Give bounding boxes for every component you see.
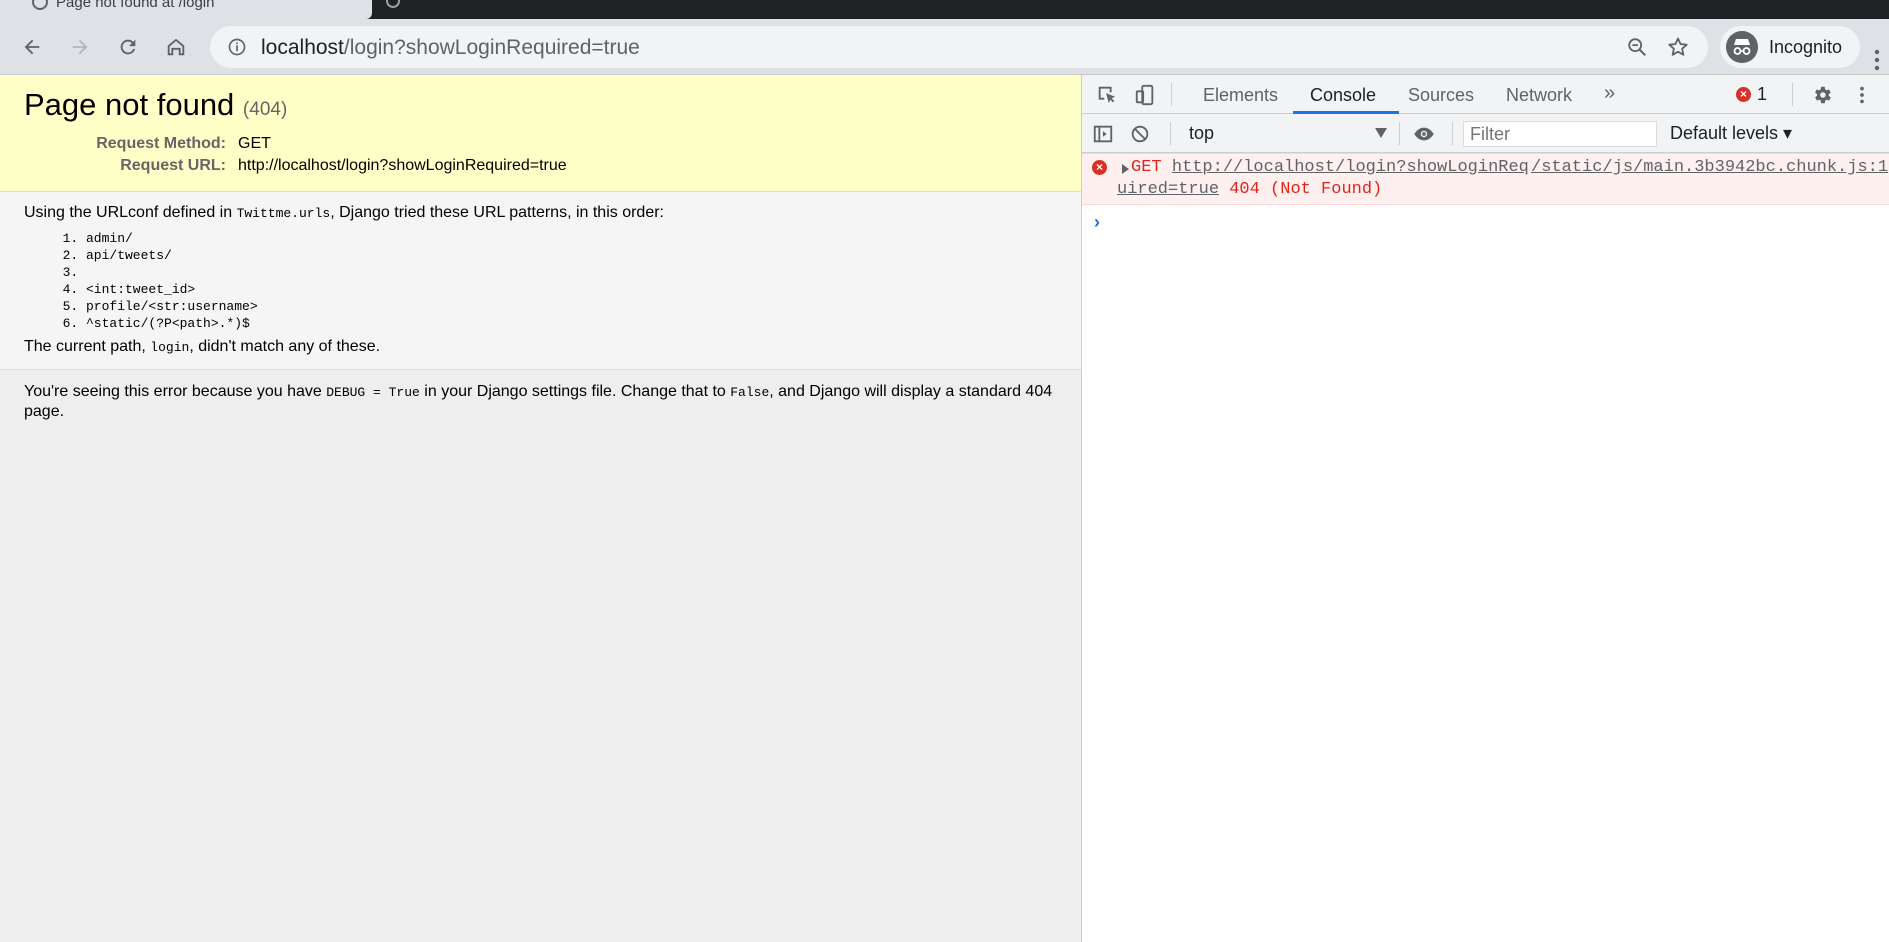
- current-suffix: , didn't match any of these.: [189, 338, 381, 355]
- expand-triangle-icon[interactable]: [1122, 164, 1129, 174]
- chevron-down-icon: [1375, 128, 1387, 138]
- urlconf-prefix: Using the URLconf defined in: [24, 204, 237, 221]
- tab-network[interactable]: Network: [1506, 85, 1572, 106]
- tabbar-separator: [1792, 83, 1793, 106]
- false-value: False: [730, 385, 770, 400]
- url-path: /login?showLoginRequired=true: [343, 36, 640, 59]
- devtools-panel: Elements Console Sources Network » × 1 t…: [1081, 75, 1889, 942]
- zoom-out-icon[interactable]: [1626, 36, 1648, 58]
- console-prompt[interactable]: ›: [1094, 212, 1100, 233]
- sidebar-toggle-icon[interactable]: [1092, 123, 1114, 145]
- request-method-label: Request Method:: [96, 135, 226, 152]
- forward-icon: [72, 39, 88, 55]
- incognito-icon: [1726, 31, 1758, 63]
- globe-icon: [32, 0, 48, 10]
- request-method-row: Request Method: GET: [24, 133, 1057, 155]
- page-title: Page not found (404): [24, 87, 1057, 123]
- debug-explanation: You're seeing this error because you hav…: [0, 370, 1081, 433]
- status-code: (404): [242, 99, 288, 120]
- url-host: localhost: [261, 36, 344, 59]
- star-icon[interactable]: [1666, 35, 1690, 59]
- url-pattern: api/tweets/: [86, 247, 1057, 264]
- error-icon: ×: [1736, 87, 1751, 102]
- error-url-link-cont[interactable]: uired=true: [1117, 180, 1219, 199]
- urlconf-suffix: , Django tried these URL patterns, in th…: [330, 204, 664, 221]
- browser-toolbar: localhost/login?showLoginRequired=true I…: [0, 19, 1889, 75]
- toolbar-separator: [1399, 122, 1400, 145]
- tab-strip: Page not found at /login: [0, 0, 1889, 19]
- explain-prefix: You're seeing this error because you hav…: [24, 383, 327, 400]
- url-pattern-list: admin/ api/tweets/ <int:tweet_id> profil…: [86, 230, 1057, 332]
- next-tab-favicon-icon[interactable]: [386, 0, 400, 8]
- url-pattern: admin/: [86, 230, 1057, 247]
- address-text[interactable]: localhost/login?showLoginRequired=true: [261, 36, 640, 60]
- back-button[interactable]: [15, 30, 49, 64]
- gear-icon[interactable]: [1811, 84, 1833, 106]
- error-url-link[interactable]: http://localhost/login?showLoginReq: [1172, 158, 1529, 177]
- more-tabs-button[interactable]: »: [1604, 82, 1615, 105]
- toolbar-separator: [1170, 122, 1171, 145]
- browser-tab-active[interactable]: Page not found at /login: [0, 0, 372, 19]
- reload-button[interactable]: [111, 30, 145, 64]
- error-method: GET: [1131, 158, 1162, 177]
- error-icon: ×: [1092, 160, 1107, 175]
- device-toolbar-icon[interactable]: [1134, 84, 1156, 106]
- error-source-link[interactable]: /static/js/main.3b3942bc.chunk.js:1: [1531, 158, 1888, 177]
- profile-button[interactable]: Incognito: [1720, 26, 1860, 68]
- console-error-message: × GET http://localhost/login?showLoginRe…: [1082, 153, 1889, 205]
- reload-icon: [120, 39, 136, 55]
- url-pattern: ^static/(?P<path>.*)$: [86, 315, 1057, 332]
- urlconf-module: Twittme.urls: [236, 206, 331, 221]
- current-path: login: [150, 340, 190, 355]
- page-content: Page not found (404) Request Method: GET…: [0, 75, 1081, 942]
- url-pattern: profile/<str:username>: [86, 298, 1057, 315]
- request-url-label: Request URL:: [120, 157, 226, 174]
- inspect-element-icon[interactable]: [1096, 84, 1118, 106]
- tabbar-separator: [1171, 83, 1172, 106]
- back-icon: [24, 39, 40, 55]
- request-method-value: GET: [238, 135, 271, 152]
- context-value: top: [1189, 123, 1215, 143]
- context-selector[interactable]: top: [1189, 123, 1387, 145]
- devtools-tabbar: Elements Console Sources Network » × 1: [1082, 75, 1889, 114]
- request-url-value: http://localhost/login?showLoginRequired…: [238, 157, 567, 174]
- toolbar-separator: [1452, 122, 1453, 145]
- page-title-text: Page not found: [24, 87, 235, 122]
- url-pattern: [86, 264, 1057, 281]
- forward-button[interactable]: [63, 30, 97, 64]
- console-filter-input[interactable]: [1463, 121, 1657, 147]
- url-pattern: <int:tweet_id>: [86, 281, 1057, 298]
- error-count-badge[interactable]: × 1: [1736, 84, 1767, 105]
- tab-console[interactable]: Console: [1310, 85, 1376, 106]
- error-status: 404 (Not Found): [1229, 180, 1383, 199]
- console-toolbar: top Default levels ▾: [1082, 114, 1889, 153]
- error-line-1: GET http://localhost/login?showLoginReq: [1131, 158, 1529, 177]
- current-path-text: The current path, login, didn't match an…: [24, 338, 1057, 356]
- error-summary: Page not found (404) Request Method: GET…: [0, 75, 1081, 192]
- log-levels-dropdown[interactable]: Default levels ▾: [1670, 123, 1792, 144]
- home-icon: [167, 38, 185, 56]
- explanation-text: You're seeing this error because you hav…: [24, 382, 1057, 421]
- eye-icon[interactable]: [1413, 123, 1435, 145]
- error-line-2: uired=true 404 (Not Found): [1117, 180, 1382, 199]
- devtools-menu-icon[interactable]: [1851, 84, 1873, 106]
- tab-elements[interactable]: Elements: [1203, 85, 1278, 106]
- error-count: 1: [1757, 84, 1768, 104]
- profile-label: Incognito: [1769, 37, 1843, 57]
- urlconf-text: Using the URLconf defined in Twittme.url…: [24, 204, 1057, 222]
- clear-console-icon[interactable]: [1129, 123, 1151, 145]
- urlconf-info: Using the URLconf defined in Twittme.url…: [0, 192, 1081, 370]
- kebab-menu-icon[interactable]: [1874, 48, 1880, 72]
- home-button[interactable]: [159, 30, 193, 64]
- address-bar[interactable]: localhost/login?showLoginRequired=true: [210, 26, 1708, 68]
- tab-sources[interactable]: Sources: [1408, 85, 1474, 106]
- request-meta: Request Method: GET Request URL: http://…: [24, 133, 1057, 177]
- tab-title: Page not found at /login: [56, 0, 215, 11]
- current-prefix: The current path,: [24, 338, 151, 355]
- explain-mid: in your Django settings file. Change tha…: [419, 383, 731, 400]
- info-icon[interactable]: [227, 37, 247, 57]
- request-url-row: Request URL: http://localhost/login?show…: [24, 155, 1057, 177]
- debug-setting: DEBUG = True: [326, 385, 420, 400]
